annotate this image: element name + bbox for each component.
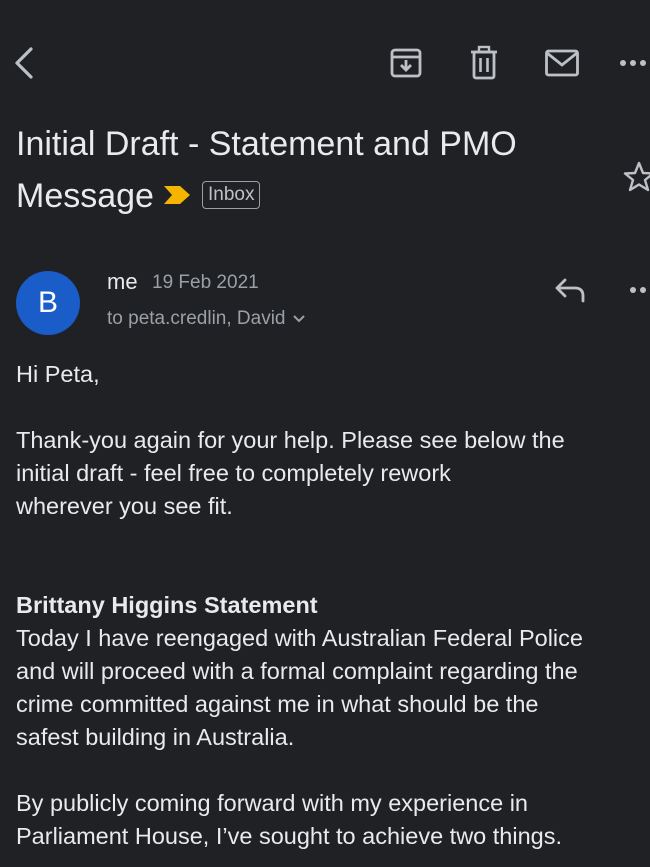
sender-name: me <box>107 269 138 294</box>
message-date: 19 Feb 2021 <box>152 272 259 293</box>
body-line: wherever you see fit. <box>16 493 233 519</box>
more-options-button[interactable] <box>618 38 650 88</box>
statement-heading: Brittany Higgins Statement <box>16 592 318 618</box>
trash-icon <box>471 45 497 80</box>
body-line: Thank-you again for your help. Please se… <box>16 427 565 453</box>
email-view-screen: Initial Draft - Statement and PMO Messag… <box>0 0 650 867</box>
body-line: and will proceed with a formal complaint… <box>16 658 578 684</box>
email-body: Hi Peta, Thank-you again for your help. … <box>16 358 650 853</box>
reply-button[interactable] <box>548 270 592 310</box>
back-button[interactable] <box>4 38 48 88</box>
body-line: initial draft - feel free to completely … <box>16 460 451 486</box>
mail-icon <box>545 49 579 77</box>
email-subject: Initial Draft - Statement and PMO Messag… <box>16 118 616 222</box>
message-more-button[interactable] <box>620 270 650 310</box>
body-line: safest building in Australia. <box>16 724 295 750</box>
body-line: crime committed against me in what shoul… <box>16 691 539 717</box>
more-icon <box>630 287 646 293</box>
more-icon <box>620 60 646 66</box>
body-line: Today I have reengaged with Australian F… <box>16 625 583 651</box>
star-icon[interactable] <box>622 160 650 194</box>
sender-avatar[interactable]: B <box>16 271 80 335</box>
importance-marker-icon[interactable] <box>162 184 192 206</box>
recipients-text: to peta.credlin, David <box>107 308 286 329</box>
greeting: Hi Peta, <box>16 361 100 387</box>
mark-unread-button[interactable] <box>540 38 584 88</box>
chevron-down-icon <box>292 315 305 323</box>
archive-button[interactable] <box>384 38 428 88</box>
top-toolbar <box>0 38 650 88</box>
subject-line-1: Initial Draft - Statement and PMO <box>16 125 517 163</box>
subject-line-2: Message <box>16 177 154 215</box>
archive-icon <box>390 48 422 78</box>
body-line: Parliament House, I’ve sought to achieve… <box>16 823 563 849</box>
body-line: By publicly coming forward with my exper… <box>16 790 528 816</box>
recipients-toggle[interactable]: to peta.credlin, David <box>107 306 306 332</box>
delete-button[interactable] <box>462 38 506 88</box>
back-arrow-icon <box>15 47 33 79</box>
inbox-label-chip[interactable]: Inbox <box>201 181 261 210</box>
reply-icon <box>555 278 585 303</box>
